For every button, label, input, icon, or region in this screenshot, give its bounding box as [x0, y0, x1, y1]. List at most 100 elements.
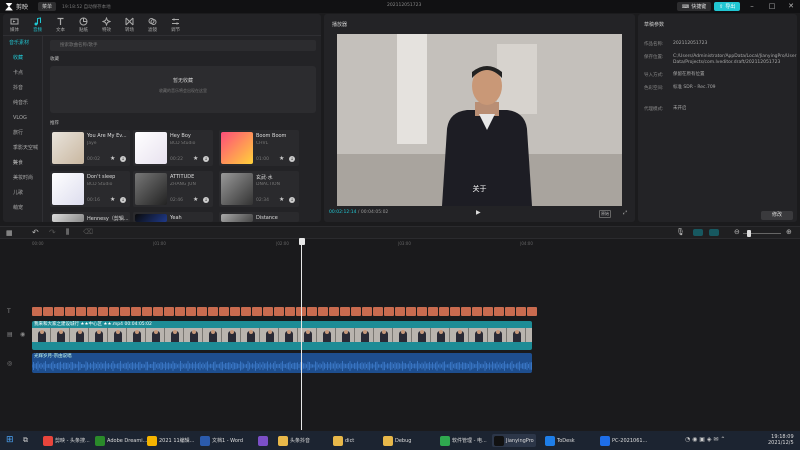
text-segment[interactable] [351, 307, 361, 316]
text-segment[interactable] [208, 307, 218, 316]
category-header[interactable]: 音乐素材 [3, 36, 42, 51]
category-item[interactable]: 抖音 [3, 81, 42, 96]
text-segment[interactable] [197, 307, 207, 316]
layout-icon[interactable]: ▦ [6, 229, 13, 237]
text-segment[interactable] [285, 307, 295, 316]
text-segment[interactable] [32, 307, 42, 316]
text-segment[interactable] [417, 307, 427, 316]
download-icon[interactable]: ↓ [120, 197, 126, 203]
delete-icon[interactable]: ⌫ [83, 228, 93, 236]
music-item[interactable]: Boom Boom CHVL 01:00 ★ ↓ [219, 130, 299, 166]
text-segment[interactable] [307, 307, 317, 316]
category-item[interactable]: 卡点 [3, 66, 42, 81]
playhead[interactable] [301, 238, 302, 430]
star-icon[interactable]: ★ [279, 197, 285, 203]
text-segment[interactable] [175, 307, 185, 316]
taskbar-app[interactable]: PC-2021061... [600, 434, 647, 447]
play-icon[interactable]: ▶ [476, 210, 482, 216]
text-segment[interactable] [329, 307, 339, 316]
text-segment[interactable] [527, 307, 537, 316]
taskbar-app[interactable]: 软件管理 - 电... [440, 434, 487, 447]
toolbar-tab-0[interactable]: 媒体 [3, 14, 26, 35]
music-item[interactable]: Hey Boy BCD Studio 00:22 ★ ↓ [133, 130, 213, 166]
audio-clip[interactable]: 光辉岁月-宗由说唱 [32, 353, 532, 373]
star-icon[interactable]: ★ [193, 197, 199, 203]
text-segment[interactable] [461, 307, 471, 316]
text-segment[interactable] [450, 307, 460, 316]
text-segment[interactable] [516, 307, 526, 316]
text-segment[interactable] [186, 307, 196, 316]
text-segment[interactable] [87, 307, 97, 316]
text-segment[interactable] [439, 307, 449, 316]
task-view-icon[interactable]: ⧉ [23, 436, 28, 445]
toolbar-tab-6[interactable]: 滤镜 [141, 14, 164, 35]
zoom-in-icon[interactable]: ⊕ [786, 228, 792, 236]
star-icon[interactable]: ★ [110, 197, 116, 203]
download-icon[interactable]: ↓ [203, 156, 209, 162]
text-segment[interactable] [494, 307, 504, 316]
taskbar-app[interactable]: Adobe Dreami... [95, 434, 147, 447]
undo-icon[interactable]: ↶ [32, 228, 39, 237]
taskbar-app[interactable]: dict [333, 434, 354, 447]
music-item[interactable]: You Are My Ev... Jaye 00:02 ★ ↓ [50, 130, 130, 166]
taskbar-app[interactable]: 2021 11编辑... [147, 434, 194, 447]
category-item[interactable]: 儿歌 [3, 186, 42, 201]
playhead-handle[interactable] [298, 238, 305, 245]
text-segment[interactable] [483, 307, 493, 316]
text-segment[interactable] [505, 307, 515, 316]
download-icon[interactable]: ↓ [289, 197, 295, 203]
music-item[interactable]: Hennesy（剪辑... [50, 212, 130, 222]
music-item[interactable]: Distance [219, 212, 299, 222]
text-segment[interactable] [252, 307, 262, 316]
text-segment[interactable] [395, 307, 405, 316]
category-item[interactable]: 美食 [3, 156, 42, 171]
text-segment[interactable] [472, 307, 482, 316]
toolbar-tab-5[interactable]: 转场 [118, 14, 141, 35]
text-segment[interactable] [98, 307, 108, 316]
aspect-ratio-button[interactable]: 原始 [599, 210, 611, 218]
redo-icon[interactable]: ↷ [49, 228, 56, 237]
text-segment[interactable] [43, 307, 53, 316]
search-input[interactable]: 搜索歌曲名称/歌手 [50, 40, 316, 51]
category-item[interactable]: 萌宠 [3, 201, 42, 216]
text-segment[interactable] [54, 307, 64, 316]
taskbar-app[interactable]: Debug [383, 434, 411, 447]
text-segment[interactable] [142, 307, 152, 316]
text-segment[interactable] [406, 307, 416, 316]
taskbar-app[interactable] [258, 434, 268, 447]
video-preview[interactable]: 关于 [337, 34, 622, 206]
star-icon[interactable]: ★ [110, 156, 116, 162]
category-item[interactable]: 美妆时尚 [3, 171, 42, 186]
text-segment[interactable] [373, 307, 383, 316]
toolbar-tab-1[interactable]: 音频 [26, 14, 49, 35]
text-segment[interactable] [120, 307, 130, 316]
snap-icon[interactable] [693, 229, 703, 236]
taskbar-app[interactable]: 头条抖音 [278, 434, 310, 447]
text-segment[interactable] [219, 307, 229, 316]
text-segment[interactable] [274, 307, 284, 316]
category-item[interactable]: VLOG [3, 111, 42, 126]
text-segment[interactable] [241, 307, 251, 316]
text-segment[interactable] [109, 307, 119, 316]
link-icon[interactable] [709, 229, 719, 236]
category-item[interactable]: 季影天空喊好 [3, 141, 42, 166]
minimize-icon[interactable]: – [745, 1, 759, 11]
toolbar-tab-3[interactable]: 贴纸 [72, 14, 95, 35]
download-icon[interactable]: ↓ [289, 156, 295, 162]
export-button[interactable]: ⇪ 导出 [714, 2, 741, 11]
category-item[interactable]: 纯音乐 [3, 96, 42, 111]
text-segment[interactable] [164, 307, 174, 316]
taskbar-app[interactable]: ToDesk [545, 434, 575, 447]
download-icon[interactable]: ↓ [203, 197, 209, 203]
taskbar-app[interactable]: JianyingPro [492, 434, 536, 447]
mute-icon[interactable]: ◉ [20, 331, 25, 338]
windows-start-icon[interactable]: ⊞ [6, 435, 14, 445]
download-icon[interactable]: ↓ [120, 156, 126, 162]
video-clip[interactable]: 我来和大家之建设城行 ★★中心区 ★★.mp4 00:04:05:02 [32, 321, 532, 350]
toolbar-tab-4[interactable]: 特效 [95, 14, 118, 35]
toolbar-tab-7[interactable]: 调节 [164, 14, 187, 35]
shortcut-button[interactable]: ⌨ 快捷键 [677, 2, 712, 11]
text-segment[interactable] [384, 307, 394, 316]
text-segment[interactable] [76, 307, 86, 316]
toolbar-tab-2[interactable]: 文本 [49, 14, 72, 35]
